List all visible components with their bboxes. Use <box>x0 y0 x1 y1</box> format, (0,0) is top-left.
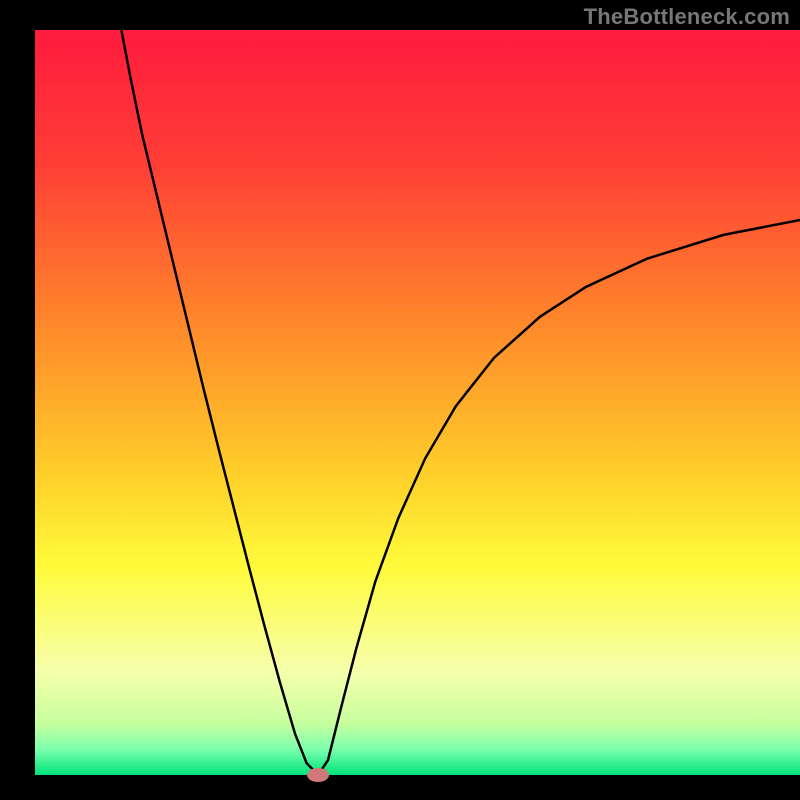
watermark-label: TheBottleneck.com <box>584 4 790 30</box>
chart-svg <box>0 0 800 800</box>
bottleneck-marker <box>307 768 329 782</box>
plot-background <box>35 30 800 775</box>
chart-frame: TheBottleneck.com <box>0 0 800 800</box>
